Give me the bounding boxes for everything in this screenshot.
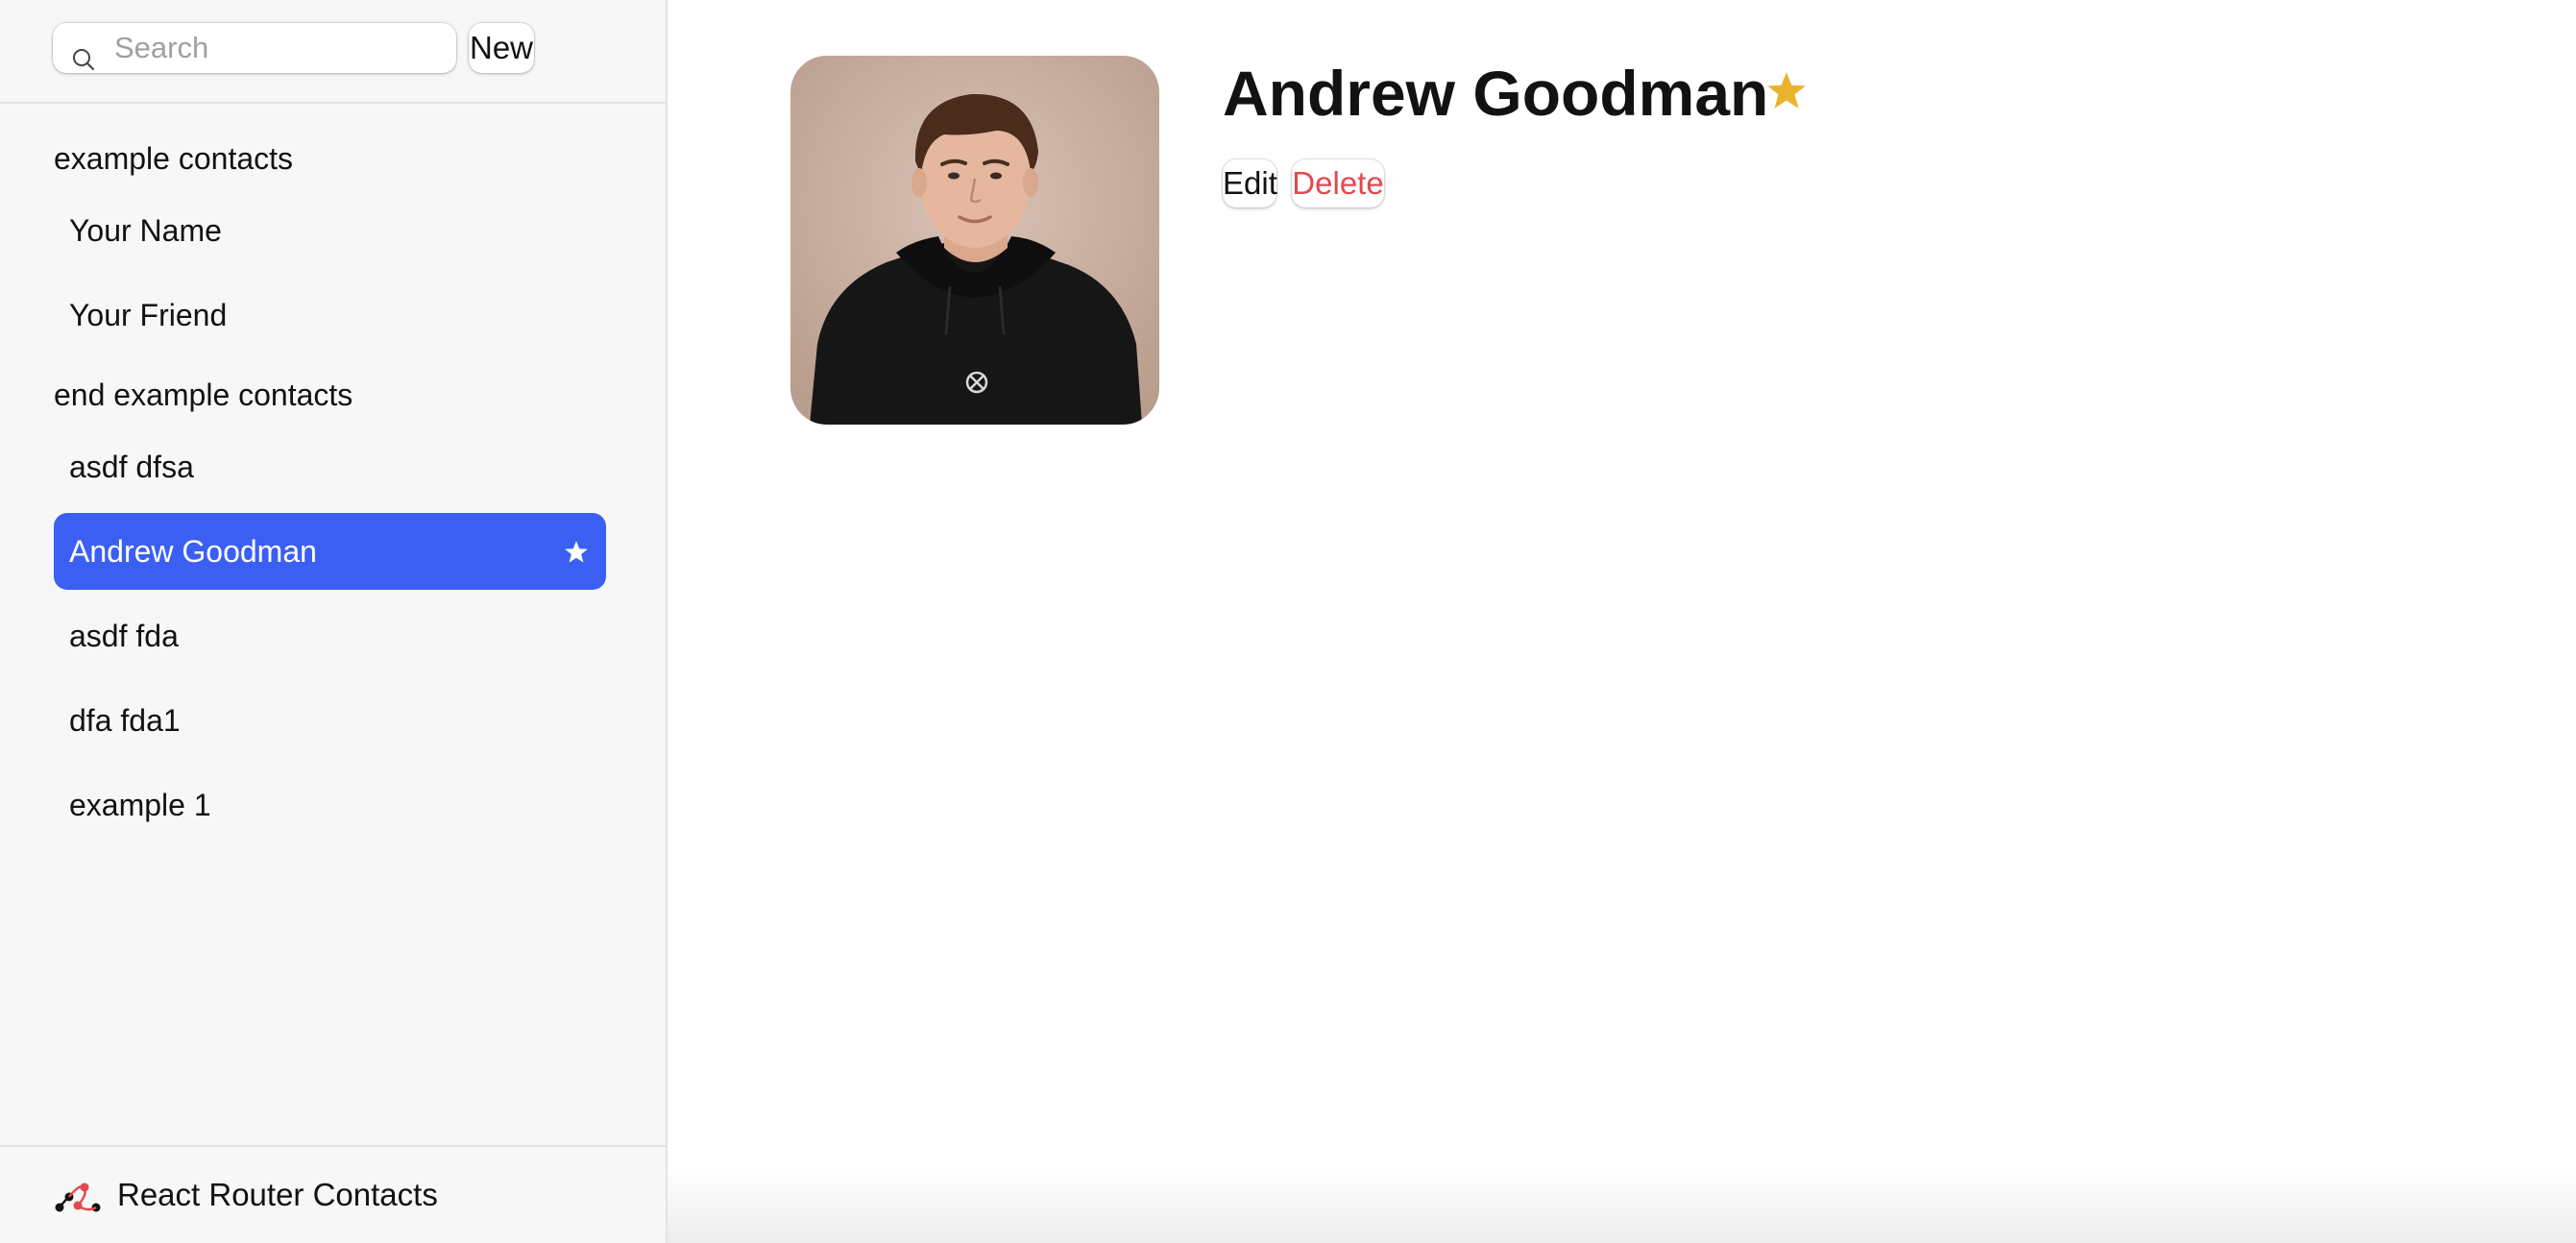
sidebar-contact-item[interactable]: Andrew Goodman (54, 513, 606, 590)
contact-group-heading: example contacts (54, 141, 294, 176)
sidebar-contact-item[interactable]: asdf fda (54, 597, 606, 674)
sidebar-contact-label: asdf dfsa (69, 450, 194, 484)
contact-list: example contacts Your Name Your Friend end … (54, 125, 606, 851)
sidebar-contact-label: Your Friend (69, 298, 228, 332)
favorite-button[interactable] (1762, 67, 1810, 115)
delete-button[interactable]: Delete (1292, 159, 1384, 207)
contact-avatar (790, 56, 1159, 425)
star-icon (565, 541, 588, 563)
sidebar-contact-label: Andrew Goodman (69, 534, 317, 569)
star-icon (1767, 72, 1806, 109)
search-icon (73, 49, 94, 70)
sidebar-contact-item[interactable]: example 1 (54, 767, 606, 843)
brand-name: React Router Contacts (117, 1177, 438, 1212)
edit-button[interactable]: Edit (1223, 159, 1277, 207)
search-input[interactable] (114, 23, 441, 73)
app-root: New example contacts Your Name Your Friend… (0, 0, 2576, 1243)
sidebar-contact-label: Your Name (69, 213, 222, 248)
contact-name: Andrew Goodman (1223, 58, 1769, 129)
sidebar-footer: React Router Contacts (0, 1145, 666, 1243)
person-photo-icon (790, 56, 1159, 425)
contact-group-heading: end example contacts (54, 378, 353, 412)
sidebar-contact-label: dfa fda1 (69, 703, 181, 738)
bottom-fade (668, 1166, 2576, 1243)
search-form (53, 23, 456, 73)
new-contact-button[interactable]: New (469, 23, 534, 73)
sidebar-contact-label: example 1 (69, 788, 211, 822)
sidebar-contact-item[interactable]: dfa fda1 (54, 682, 606, 759)
sidebar-contact-item[interactable]: Your Friend (54, 277, 606, 353)
react-router-logo-icon (55, 1182, 101, 1212)
sidebar: New example contacts Your Name Your Friend… (0, 0, 668, 1243)
sidebar-contact-item[interactable]: Your Name (54, 192, 606, 269)
contact-detail: Andrew Goodman Edit Delete (668, 0, 2576, 1243)
sidebar-contact-label: asdf fda (69, 619, 179, 653)
search-bar: New (0, 0, 666, 104)
sidebar-contact-item[interactable]: asdf dfsa (54, 428, 606, 505)
